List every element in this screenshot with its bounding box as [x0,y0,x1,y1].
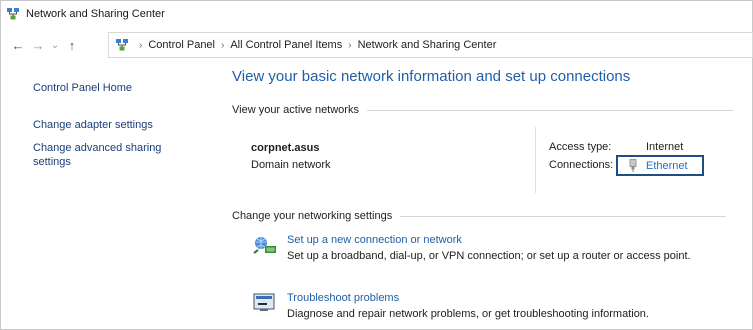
active-networks-header: View your active networks [232,104,733,116]
title-bar: Network and Sharing Center [0,0,753,28]
network-type: Domain network [251,159,331,171]
section-divider [366,109,733,111]
address-bar[interactable]: › Control Panel › All Control Panel Item… [108,32,753,58]
network-setup-icon [253,237,276,254]
connections-label: Connections: [549,159,614,171]
setup-connection-description: Set up a broadband, dial-up, or VPN conn… [287,250,691,262]
page-title: View your basic network information and … [232,68,631,85]
control-panel-home-link[interactable]: Control Panel Home [33,81,132,95]
breadcrumb-control-panel[interactable]: Control Panel [148,39,215,51]
active-networks-label: View your active networks [232,104,359,116]
vertical-divider [535,127,536,193]
troubleshoot-icon [253,293,275,311]
access-type-label: Access type: [549,141,612,153]
ethernet-connection-link[interactable]: Ethernet [646,160,688,172]
control-panel-icon [116,39,128,51]
section-divider [400,215,727,217]
network-name: corpnet.asus [251,142,320,154]
navigation-bar: ← → ⌄ ↑ › Control Panel › All Control Pa… [0,32,753,58]
breadcrumb-network-sharing[interactable]: Network and Sharing Center [358,39,497,51]
breadcrumb-separator: › [221,39,225,51]
window-title: Network and Sharing Center [26,8,165,20]
back-button[interactable]: ← [8,35,28,55]
change-settings-header: Change your networking settings [232,210,727,222]
ethernet-icon [629,159,637,172]
change-advanced-sharing-link[interactable]: Change advanced sharing settings [33,141,193,169]
breadcrumb-separator: › [348,39,352,51]
ethernet-highlight-box[interactable]: Ethernet [616,155,704,176]
breadcrumb-separator: › [139,39,143,51]
troubleshoot-task: Troubleshoot problems Diagnose and repai… [252,292,649,320]
access-type-value: Internet [646,141,684,153]
setup-connection-link[interactable]: Set up a new connection or network [287,234,691,246]
troubleshoot-problems-link[interactable]: Troubleshoot problems [287,292,649,304]
network-sharing-icon [7,8,19,20]
recent-locations-button[interactable]: ⌄ [48,35,62,55]
change-adapter-settings-link[interactable]: Change adapter settings [33,118,153,132]
setup-connection-task: Set up a new connection or network Set u… [252,234,691,262]
breadcrumb-all-items[interactable]: All Control Panel Items [230,39,342,51]
up-button[interactable]: ↑ [62,35,82,55]
forward-button[interactable]: → [28,35,48,55]
troubleshoot-description: Diagnose and repair network problems, or… [287,308,649,320]
change-settings-label: Change your networking settings [232,210,393,222]
